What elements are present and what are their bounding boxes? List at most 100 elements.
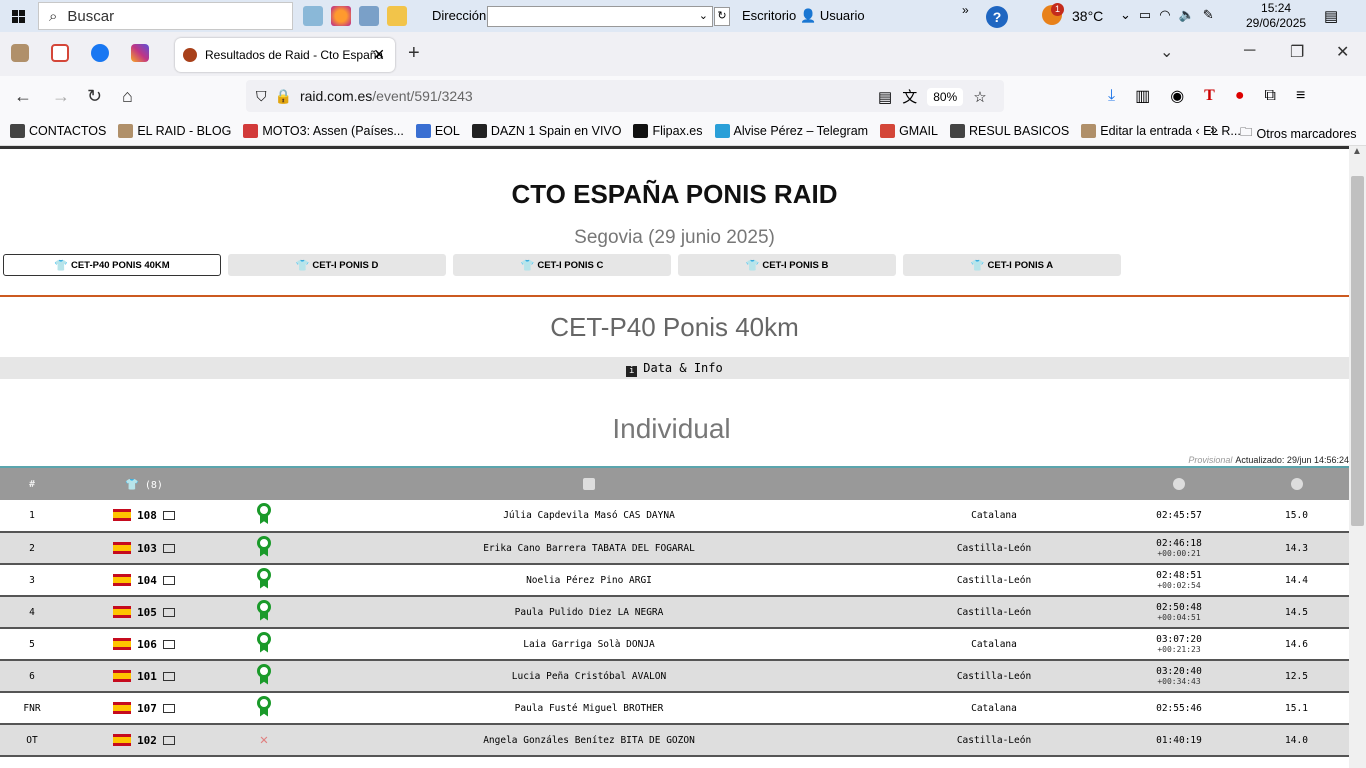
table-row[interactable]: 3 104 Noelia Pérez Pino ARGI Castilla-León 0… [0,564,1349,597]
close-window-icon[interactable]: ✕ [1336,42,1349,62]
lock-icon[interactable]: 🔒 [275,88,292,105]
extensions-icon[interactable]: ⧉ [1265,87,1276,105]
temperature-text[interactable]: 38°C [1072,8,1103,24]
taskbar-search[interactable]: ⌕ Buscar [38,2,293,30]
close-tab-icon[interactable]: ✕ [373,46,385,63]
menu-icon[interactable]: ≡ [1296,87,1305,105]
time-header[interactable] [1114,468,1244,500]
id-card-icon[interactable] [162,735,175,745]
id-card-icon[interactable] [162,703,175,713]
bookmark-item[interactable]: EL RAID - BLOG [118,123,231,138]
volume-icon[interactable]: 🔈 [1179,7,1195,23]
team-cell: Castilla-León [874,564,1114,597]
chevron-down-icon[interactable]: ⌄ [699,10,708,22]
reader-view-icon[interactable]: ▤ [878,88,892,106]
table-row[interactable]: OT 102 ✕ Angela Gonzáles Benítez BITA DE GO… [0,724,1349,757]
notepad-app-icon[interactable] [303,6,323,26]
user-toolbar-label[interactable]: 👤 Usuario [800,8,865,24]
bib-cell: 104 [64,564,224,597]
settings-app-icon[interactable] [359,6,379,26]
desktop-toolbar-label[interactable]: Escritorio [742,8,796,23]
address-refresh-icon[interactable]: ↻ [714,7,730,26]
help-icon[interactable]: ? [986,6,1008,28]
taskbar-clock[interactable]: 15:24 29/06/2025 [1246,1,1306,31]
position-cell: 6 [0,660,64,693]
id-card-icon[interactable] [162,607,175,617]
id-card-icon[interactable] [162,543,175,553]
translate-icon[interactable]: 文 [902,86,917,107]
other-bookmarks[interactable]: 🗀 Otros marcadores [1240,123,1357,144]
bookmark-item[interactable]: CONTACTOS [10,123,106,138]
page-scrollbar[interactable]: ▲ [1349,146,1366,768]
account-icon[interactable]: ◉ [1170,86,1184,106]
home-icon[interactable]: ⌂ [122,86,133,107]
table-row[interactable]: 4 105 Paula Pulido Diez LA NEGRA Castilla-L… [0,596,1349,629]
position-header[interactable]: # [0,468,64,500]
bookmark-item[interactable]: Flipax.es [633,123,703,138]
bookmark-star-icon[interactable]: ☆ [973,88,986,106]
file-explorer-app-icon[interactable] [387,6,407,26]
scroll-up-icon[interactable]: ▲ [1352,146,1362,157]
bib-number: 108 [137,509,157,522]
table-row[interactable]: 5 106 Laia Garriga Solà DONJA Catalana 03:07… [0,628,1349,661]
bookmark-item[interactable]: MOTO3: Assen (Países... [243,123,404,138]
address-toolbar-label: Dirección [432,8,487,23]
bookmark-item[interactable]: GMAIL [880,123,938,138]
shield-icon[interactable]: ⛉ [256,88,267,105]
t-extension-icon[interactable]: T [1204,87,1215,105]
wifi-icon[interactable]: ◠ [1159,7,1170,23]
new-tab-icon[interactable]: + [408,42,420,65]
windows-start-icon[interactable] [0,0,36,32]
category-tab[interactable]: 👕 CET-I PONIS D [228,254,446,276]
sidebar-icon[interactable]: ▥ [1135,86,1150,106]
category-tab[interactable]: 👕 CET-I PONIS B [678,254,896,276]
zoom-level[interactable]: 80% [927,87,964,106]
updated-timestamp: Actualizado: 29/jun 14:56:24 [1235,455,1349,465]
id-card-icon[interactable] [162,575,175,585]
id-card-icon[interactable] [162,639,175,649]
table-row[interactable]: 1 108 Júlia Capdevila Masó CAS DAYNA Catala… [0,500,1349,533]
tab-list-chevron-icon[interactable]: ⌄ [1160,42,1173,62]
bookmark-item[interactable]: RESUL BASICOS [949,123,1069,138]
scrollbar-thumb[interactable] [1351,176,1364,526]
red-extension-icon[interactable]: ● [1235,87,1245,105]
data-info-button[interactable]: i Data & Info [0,357,1349,379]
category-tab[interactable]: 👕 CET-P40 PONIS 40KM [3,254,221,276]
pinned-tab-instagram-icon[interactable] [131,44,149,62]
firefox-app-icon[interactable] [331,6,351,26]
tray-chevron-icon[interactable]: ⌄ [1120,7,1131,23]
bib-header[interactable]: 👕 (8) [64,468,224,500]
position-cell: 5 [0,628,64,661]
downloads-icon[interactable]: ⤓ [1108,87,1115,105]
table-row[interactable]: FNR 107 Paula Fusté Miguel BROTHER Catalana… [0,692,1349,725]
bookmarks-overflow-icon[interactable]: » [1210,121,1218,137]
table-row[interactable]: 6 101 Lucia Peña Cristóbal AVALON Castilla-… [0,660,1349,693]
battery-icon[interactable]: ▭ [1139,7,1151,23]
restore-icon[interactable]: ❐ [1290,42,1304,62]
minimize-icon[interactable]: ─ [1244,42,1255,60]
bookmark-item[interactable]: DAZN 1 Spain en VIVO [471,123,621,138]
notifications-icon[interactable]: ▤ [1324,7,1338,25]
pen-icon[interactable]: ✎ [1203,7,1214,23]
category-tab[interactable]: 👕 CET-I PONIS A [903,254,1121,276]
reload-icon[interactable]: ↻ [87,86,102,107]
pinned-tab-facebook-icon[interactable] [91,44,109,62]
forward-icon[interactable]: → [52,86,70,107]
bookmark-item[interactable]: EOL [415,123,460,138]
back-icon[interactable]: ← [14,86,32,107]
bookmark-item[interactable]: Alvise Pérez – Telegram [714,123,868,138]
rider-header[interactable] [304,468,874,500]
toolbar-overflow-icon[interactable]: » [962,3,969,17]
address-toolbar-input[interactable]: ⌄ [487,6,713,27]
speed-header[interactable] [1244,468,1349,500]
table-row[interactable]: 2 103 Erika Cano Barrera TABATA DEL FOGARA… [0,532,1349,565]
other-bookmarks-label: Otros marcadores [1256,126,1357,141]
time-cell: 01:40:19 [1114,724,1244,757]
pinned-tab-gmail-icon[interactable] [51,44,69,62]
active-tab[interactable]: Resultados de Raid - Cto España ✕ [175,38,395,72]
category-tab[interactable]: 👕 CET-I PONIS C [453,254,671,276]
weather-badge: 1 [1051,3,1064,16]
id-card-icon[interactable] [162,671,175,681]
pinned-tab-blog-icon[interactable] [11,44,29,62]
id-card-icon[interactable] [162,511,175,520]
